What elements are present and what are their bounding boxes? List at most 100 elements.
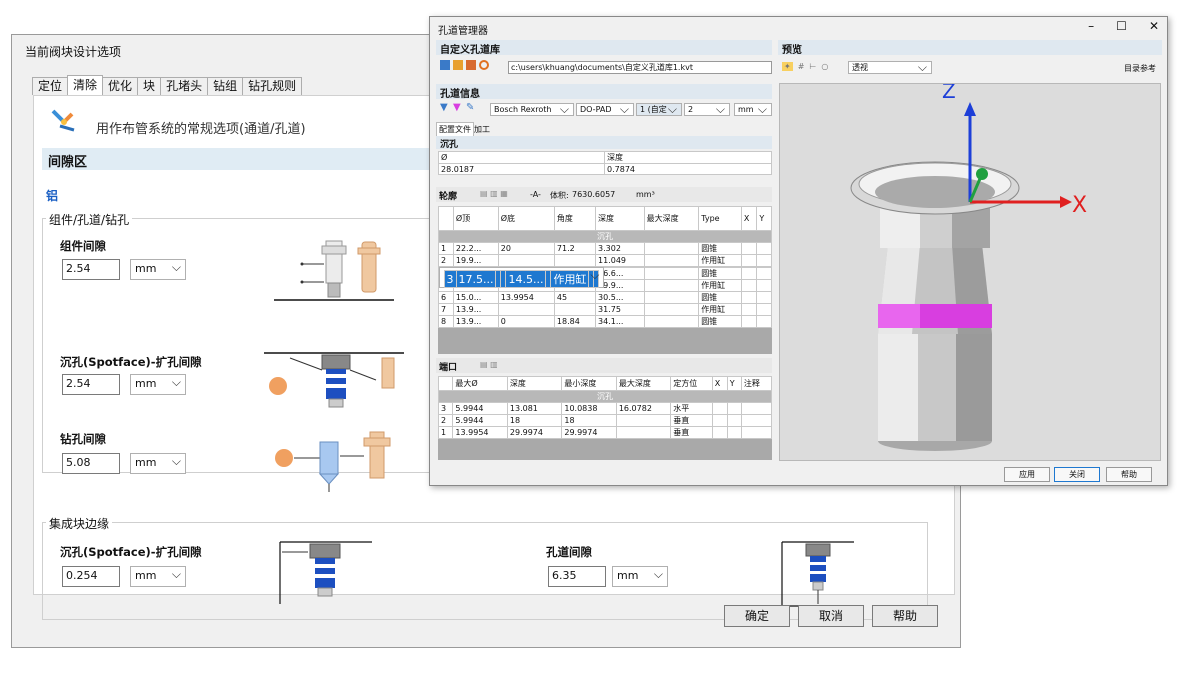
manufacturer-select[interactable]: Bosch Rexroth (490, 103, 574, 116)
profile-cell[interactable]: 作用缸 (698, 303, 742, 316)
profile-cell[interactable]: 31.75 (595, 303, 645, 316)
close-button[interactable]: 关闭 (1054, 467, 1100, 482)
custom-select[interactable]: 1 (自定 (636, 103, 682, 116)
spotface-clearance-unit[interactable]: mm (130, 374, 186, 395)
refresh-icon[interactable] (479, 60, 489, 70)
profile-cell[interactable]: 15.0... (452, 291, 499, 304)
ports-cell[interactable] (726, 426, 742, 439)
ports-cell[interactable] (711, 426, 728, 439)
edge-spotface-input[interactable]: 0.254 (62, 566, 120, 587)
profile-cell[interactable] (756, 267, 772, 280)
profile-cell[interactable]: 71.2 (553, 242, 597, 255)
ports-cell[interactable]: 10.0838 (561, 402, 617, 415)
minimize-button[interactable]: – (1088, 19, 1094, 33)
profile-cell[interactable] (643, 303, 700, 316)
profile-cell[interactable]: 2 (438, 254, 454, 267)
profile-cell[interactable] (740, 242, 758, 255)
profile-cell[interactable] (740, 267, 758, 280)
profile-cell[interactable]: 18.84 (553, 315, 597, 328)
edge-hole-unit[interactable]: mm (612, 566, 668, 587)
apply-button[interactable]: 应用 (1004, 467, 1050, 482)
ports-cell[interactable]: 2 (437, 414, 454, 427)
profile-row[interactable]: 6 15.0... 13.9954 45 30.5... 圆锥 (438, 291, 772, 304)
filter-icon[interactable]: ▼ (440, 103, 450, 113)
ports-toolbar-icons[interactable]: ▤ ▥ (480, 360, 498, 369)
profile-cell[interactable] (497, 254, 555, 267)
profile-row[interactable]: 3 17.5... 14.5... 作用缸 (438, 267, 605, 288)
tab-block[interactable]: 块 (137, 77, 162, 95)
profile-cell[interactable]: 6 (438, 291, 454, 304)
tab-machining[interactable]: 加工 (472, 123, 492, 136)
close-window-button[interactable]: ✕ (1149, 19, 1159, 33)
component-clearance-unit[interactable]: mm (130, 259, 186, 280)
profile-cell[interactable]: 13.9954 (497, 291, 555, 304)
profile-cell[interactable] (756, 315, 772, 328)
profile-row[interactable]: 7 13.9... 31.75 作用缸 (438, 303, 772, 316)
ports-cell[interactable]: 3 (437, 402, 454, 415)
profile-cell[interactable] (497, 303, 555, 316)
profile-cell[interactable] (643, 254, 700, 267)
profile-cell[interactable] (756, 303, 772, 316)
profile-cell[interactable]: 8 (438, 315, 454, 328)
edge-hole-input[interactable]: 6.35 (548, 566, 606, 587)
profile-cell[interactable]: 作用缸 (550, 270, 590, 288)
new-library-icon[interactable] (440, 60, 450, 70)
ports-cell[interactable]: 5.9944 (452, 414, 508, 427)
profile-cell[interactable]: 22.2... (452, 242, 499, 255)
component-clearance-input[interactable]: 2.54 (62, 259, 120, 280)
profile-cell[interactable]: 13.9... (452, 303, 499, 316)
ports-cell[interactable]: 16.0782 (615, 402, 672, 415)
cb-depth-value[interactable]: 0.7874 (604, 163, 772, 175)
ports-cell[interactable]: 13.081 (506, 402, 563, 415)
profile-cell[interactable]: 作用缸 (698, 254, 742, 267)
profile-cell[interactable] (643, 242, 700, 255)
ports-row[interactable]: 1 13.9954 29.9974 29.9974 垂直 (437, 426, 773, 439)
profile-cell[interactable] (756, 242, 772, 255)
filter-clear-icon[interactable]: ▼ (453, 103, 463, 113)
preview-viewport[interactable]: X Z (779, 79, 1161, 461)
profile-cell[interactable] (740, 279, 758, 292)
profile-cell[interactable]: 30.5... (595, 291, 645, 304)
ports-cell[interactable] (615, 426, 672, 439)
profile-cell[interactable]: 作用缸 (698, 279, 742, 292)
profile-toolbar-icons[interactable]: ▤ ▥ ▦ (480, 189, 508, 198)
ports-cell[interactable] (726, 414, 742, 427)
library-path-field[interactable]: c:\users\khuang\documents\自定义孔道库1.kvt (508, 61, 772, 74)
circle-icon[interactable]: ○ (821, 62, 828, 71)
ports-cell[interactable]: 垂直 (670, 414, 713, 427)
ports-row[interactable]: 3 5.9944 13.081 10.0838 16.0782 水平 (437, 402, 773, 415)
profile-cell[interactable] (740, 254, 758, 267)
profile-cell[interactable] (740, 303, 758, 316)
ports-cell[interactable]: 水平 (670, 402, 713, 415)
tab-drill-group[interactable]: 钻组 (207, 77, 244, 95)
profile-cell[interactable]: 圆锥 (698, 267, 742, 280)
ports-cell[interactable]: 29.9974 (561, 426, 617, 439)
profile-cell[interactable]: 14.5... (505, 270, 547, 288)
profile-cell[interactable]: 13.9... (452, 315, 499, 328)
save-library-icon[interactable] (466, 60, 476, 70)
axis-toggle-icon[interactable]: ✦ (782, 62, 793, 71)
profile-cell[interactable]: 11.049 (595, 254, 645, 267)
profile-row[interactable]: 2 19.9... 11.049 作用缸 (438, 254, 772, 267)
profile-cell[interactable] (643, 279, 700, 292)
profile-cell[interactable]: 圆锥 (698, 315, 742, 328)
ports-cell[interactable]: 5.9944 (452, 402, 508, 415)
profile-cell[interactable]: 圆锥 (698, 291, 742, 304)
profile-cell[interactable] (756, 254, 772, 267)
profile-cell[interactable] (593, 270, 600, 288)
profile-cell[interactable] (740, 291, 758, 304)
profile-row[interactable]: 8 13.9... 0 18.84 34.1... 圆锥 (438, 315, 772, 328)
help-button[interactable]: 帮助 (872, 605, 938, 627)
tab-plug[interactable]: 孔堵头 (160, 77, 209, 95)
edge-spotface-unit[interactable]: mm (130, 566, 186, 587)
profile-cell[interactable]: 17.5... (455, 270, 497, 288)
tab-optimize[interactable]: 优化 (102, 77, 139, 95)
hm-help-button[interactable]: 帮助 (1106, 467, 1152, 482)
tab-positioning[interactable]: 定位 (32, 77, 69, 95)
ports-cell[interactable] (740, 426, 773, 439)
open-library-icon[interactable] (453, 60, 463, 70)
ports-cell[interactable]: 13.9954 (452, 426, 508, 439)
unit-select[interactable]: mm (734, 103, 772, 116)
tab-config-file[interactable]: 配置文件 (436, 122, 474, 136)
ports-cell[interactable]: 1 (437, 426, 454, 439)
